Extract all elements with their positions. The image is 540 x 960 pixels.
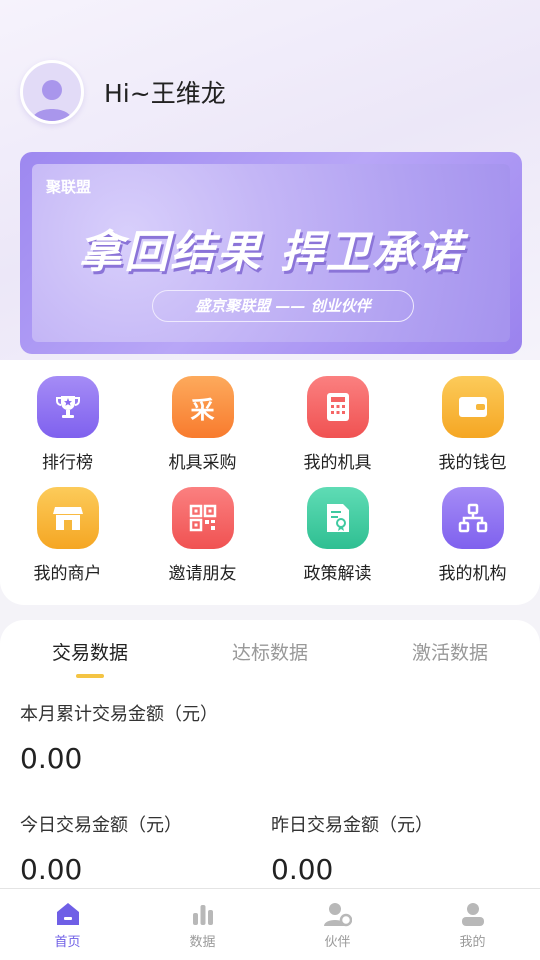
menu-item-policy[interactable]: 政策解读	[270, 487, 405, 584]
menu-item-purchase[interactable]: 采 机具采购	[135, 376, 270, 473]
menu-label: 邀请朋友	[168, 564, 237, 584]
menu-item-wallet[interactable]: 我的钱包	[405, 376, 540, 473]
trophy-icon	[36, 376, 99, 438]
calculator-icon	[306, 376, 369, 438]
month-total-label: 本月累计交易金额（元）	[20, 704, 218, 725]
avatar[interactable]	[20, 60, 84, 124]
tab-transaction-data[interactable]: 交易数据	[0, 634, 180, 678]
menu-panel: 排行榜 采 机具采购 我的机具 我的钱包 我的商户 邀请朋友 政策解读 我的机构	[0, 360, 540, 605]
user-icon	[32, 80, 72, 121]
tabbar-label: 首页	[54, 935, 81, 950]
menu-label: 我的钱包	[438, 453, 507, 473]
menu-label: 政策解读	[303, 564, 372, 584]
tabbar-label: 我的	[459, 935, 486, 950]
qrcode-icon	[171, 487, 234, 549]
tab-activation-data[interactable]: 激活数据	[360, 634, 540, 665]
purchase-icon: 采	[171, 376, 234, 438]
greeting-text: Hi~王维龙	[104, 79, 226, 108]
home-icon	[56, 903, 79, 925]
menu-item-ranking[interactable]: 排行榜	[0, 376, 135, 473]
menu-item-my-devices[interactable]: 我的机具	[270, 376, 405, 473]
menu-label: 我的商户	[33, 564, 102, 584]
tab-target-data[interactable]: 达标数据	[180, 634, 360, 665]
tabbar-label: 伙伴	[324, 935, 351, 950]
yesterday-amount-label: 昨日交易金额（元）	[271, 815, 433, 836]
today-amount-label: 今日交易金额（元）	[20, 815, 182, 836]
data-tabs: 交易数据 达标数据 激活数据	[0, 634, 540, 678]
wallet-icon	[441, 376, 504, 438]
menu-item-invite[interactable]: 邀请朋友	[135, 487, 270, 584]
promo-banner[interactable]: 聚联盟 拿回结果 捍卫承诺 盛京聚联盟 —— 创业伙伴	[20, 152, 522, 354]
tabbar-partner[interactable]: 伙伴	[270, 889, 405, 960]
banner-subtitle: 盛京聚联盟 —— 创业伙伴	[152, 290, 414, 322]
menu-label: 排行榜	[42, 453, 93, 473]
today-amount-value: 0.00	[20, 853, 83, 886]
yesterday-amount-value: 0.00	[271, 853, 334, 886]
bar-chart-icon	[192, 905, 213, 925]
menu-item-merchants[interactable]: 我的商户	[0, 487, 135, 584]
bottom-tab-bar: 首页 数据 伙伴 我的	[0, 888, 540, 960]
banner-slogan: 拿回结果 捍卫承诺	[78, 227, 464, 278]
policy-document-icon	[306, 487, 369, 549]
menu-label: 我的机具	[303, 453, 372, 473]
tabbar-label: 数据	[189, 935, 216, 950]
tabbar-home[interactable]: 首页	[0, 889, 135, 960]
banner-image: 聚联盟 拿回结果 捍卫承诺 盛京聚联盟 —— 创业伙伴	[32, 164, 510, 342]
menu-label: 我的机构	[438, 564, 507, 584]
tabbar-mine[interactable]: 我的	[405, 889, 540, 960]
menu-item-organization[interactable]: 我的机构	[405, 487, 540, 584]
user-header: Hi~王维龙	[20, 60, 226, 124]
menu-label: 机具采购	[168, 453, 237, 473]
store-icon	[36, 487, 99, 549]
menu-grid: 排行榜 采 机具采购 我的机具 我的钱包 我的商户 邀请朋友 政策解读 我的机构	[0, 376, 540, 584]
month-total-value: 0.00	[20, 742, 83, 775]
banner-brand: 聚联盟	[46, 178, 92, 196]
partner-settings-icon	[323, 903, 352, 927]
user-profile-icon	[461, 903, 484, 926]
org-chart-icon	[441, 487, 504, 549]
tabbar-data[interactable]: 数据	[135, 889, 270, 960]
